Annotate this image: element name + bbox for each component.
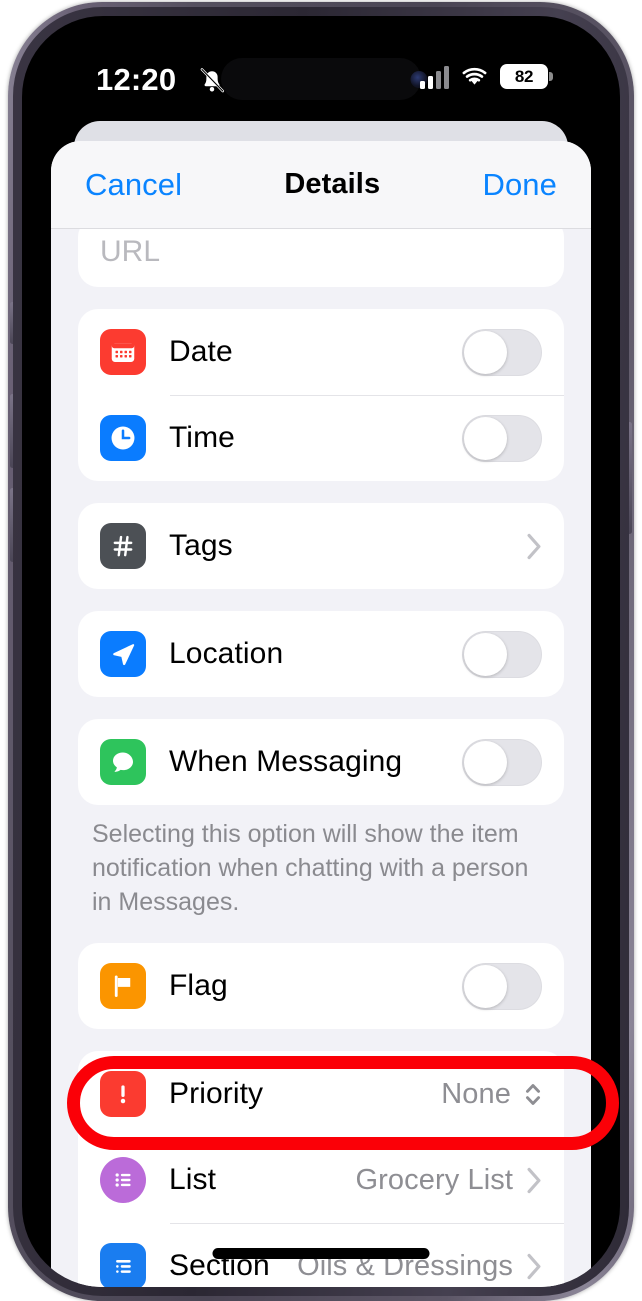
row-label-tags: Tags [169, 529, 233, 562]
date-time-group: Date Time [78, 309, 564, 481]
row-time[interactable]: Time [78, 395, 564, 481]
row-flag[interactable]: Flag [78, 943, 564, 1029]
chevron-up-down-icon[interactable] [524, 1080, 542, 1109]
row-location[interactable]: Location [78, 611, 564, 697]
location-group: Location [78, 611, 564, 697]
flag-icon [100, 963, 146, 1009]
section-list-icon [100, 1243, 146, 1287]
row-label-priority: Priority [169, 1077, 264, 1110]
row-list[interactable]: List Grocery List [78, 1137, 564, 1223]
row-label-flag: Flag [169, 969, 228, 1002]
home-indicator[interactable] [212, 1248, 430, 1259]
modal-nav-bar: Cancel Details Done [51, 141, 591, 229]
location-toggle[interactable] [462, 630, 542, 678]
flag-toggle[interactable] [462, 962, 542, 1010]
exclamation-icon [100, 1071, 146, 1117]
flag-group: Flag [78, 943, 564, 1029]
chevron-right-icon [527, 1253, 541, 1279]
row-label-time: Time [169, 421, 235, 454]
row-label-list: List [169, 1163, 217, 1196]
date-toggle[interactable] [462, 328, 542, 376]
status-bar: 12:20 82 [22, 16, 620, 124]
tags-group: Tags [78, 503, 564, 589]
time-toggle[interactable] [462, 414, 542, 462]
details-modal-sheet: Cancel Details Done URL Date Time Tags L… [51, 141, 591, 1287]
phone-screen: 12:20 82 Cancel Details Done URL Date Ti… [22, 16, 620, 1287]
when-messaging-footnote: Selecting this option will show the item… [92, 820, 529, 916]
phone-frame: 12:20 82 Cancel Details Done URL Date Ti… [8, 2, 634, 1301]
page-title: Details [284, 168, 381, 200]
list-circle-icon [100, 1157, 146, 1203]
priority-value: None [441, 1077, 511, 1110]
done-button[interactable]: Done [482, 167, 557, 203]
details-form-scroll[interactable]: URL Date Time Tags Location When Messagi… [51, 217, 591, 1287]
dynamic-island [221, 58, 421, 100]
list-value: Grocery List [355, 1163, 513, 1196]
wifi-icon [462, 67, 487, 85]
row-tags[interactable]: Tags [78, 503, 564, 589]
screenshot-stage: 12:20 82 Cancel Details Done URL Date Ti… [0, 0, 642, 1301]
clock-icon [100, 415, 146, 461]
when-messaging-group: When Messaging [78, 719, 564, 805]
phone-bezel: 12:20 82 Cancel Details Done URL Date Ti… [13, 7, 629, 1296]
row-label-when-messaging: When Messaging [169, 745, 403, 778]
status-bar-time: 12:20 [96, 62, 177, 97]
cancel-button[interactable]: Cancel [85, 167, 182, 203]
status-bar-indicators: 82 [420, 64, 553, 89]
chevron-right-icon [527, 533, 541, 559]
chevron-right-icon [527, 1167, 541, 1193]
row-priority[interactable]: Priority None [78, 1051, 564, 1137]
message-bubble-icon [100, 739, 146, 785]
url-input[interactable]: URL [100, 235, 160, 269]
row-when-messaging[interactable]: When Messaging [78, 719, 564, 805]
battery-icon: 82 [500, 64, 553, 89]
calendar-icon [100, 329, 146, 375]
hash-icon [100, 523, 146, 569]
row-date[interactable]: Date [78, 309, 564, 395]
row-label-location: Location [169, 637, 284, 670]
cellular-signal-icon [420, 65, 449, 89]
row-label-date: Date [169, 335, 233, 368]
when-messaging-toggle[interactable] [462, 738, 542, 786]
navigation-arrow-icon [100, 631, 146, 677]
battery-percent: 82 [514, 66, 534, 86]
